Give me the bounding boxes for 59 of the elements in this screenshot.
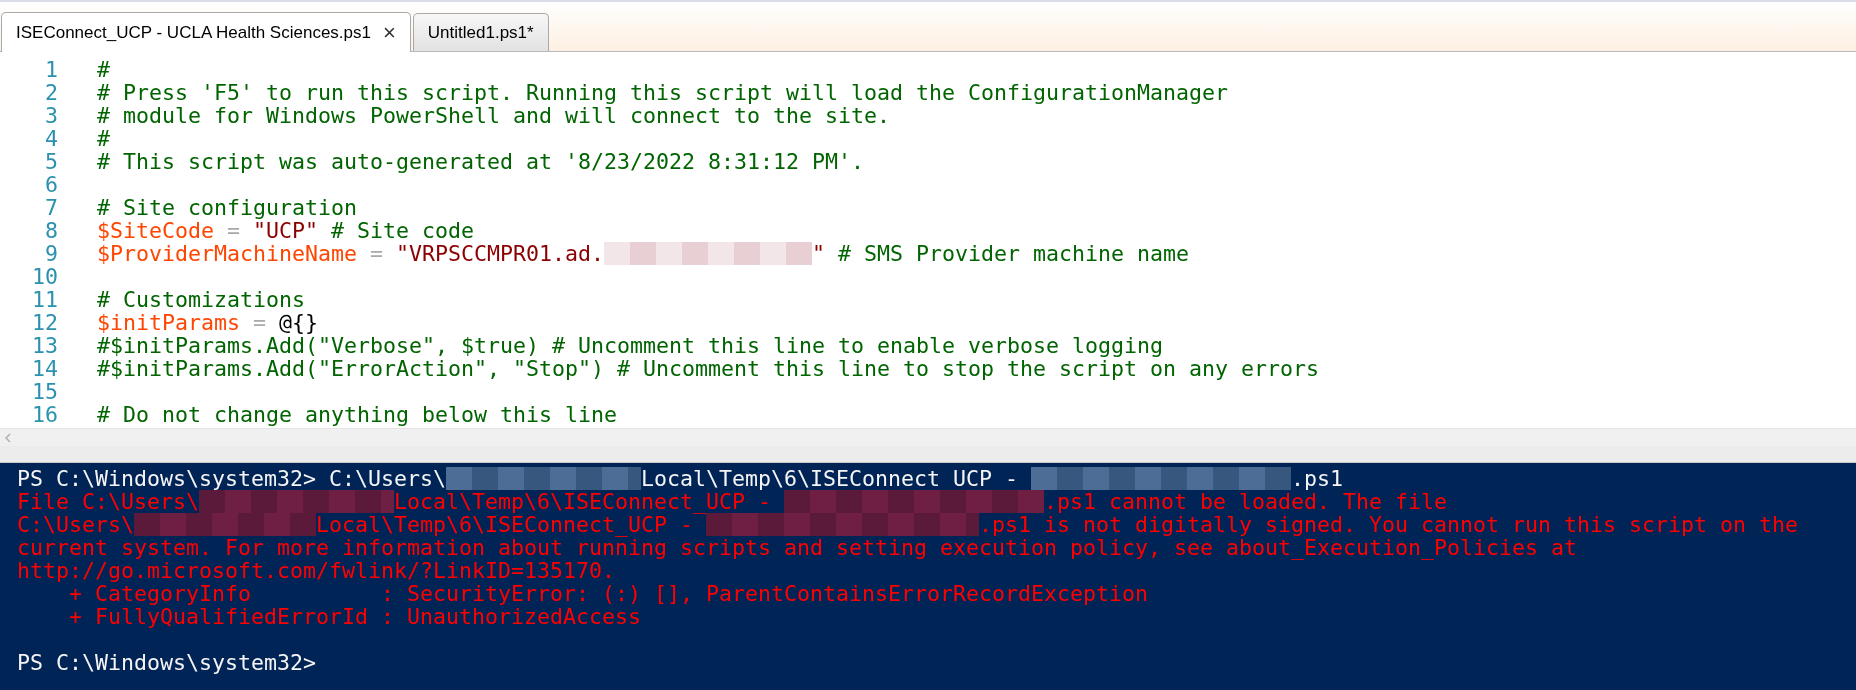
line-number: 15 — [31, 380, 58, 403]
error-text: http://go.microsoft.com/fwlink/?LinkID=135170. — [17, 559, 616, 582]
error-text: + FullyQualifiedErrorId : UnauthorizedAccess — [68, 605, 642, 628]
code-token: # Press 'F5' to run this script. Running this script will load the ConfigurationManager — [97, 81, 1229, 104]
code-token: #$initParams.Add("Verbose", $true) # Uncomment this line to enable verbose logging — [97, 334, 1164, 357]
line-number: 5 — [44, 150, 58, 173]
code-token: # SMS Provider machine name — [837, 242, 1190, 265]
code-token: " — [812, 242, 826, 265]
code-token: # Site configuration — [97, 196, 357, 219]
scroll-left-icon[interactable] — [4, 432, 12, 443]
code-token: = — [252, 311, 268, 334]
error-text: Local\Temp\6\ISEConnect_UCP - — [316, 513, 694, 536]
horizontal-scrollbar[interactable] — [0, 428, 1856, 446]
code-token: # Customizations — [97, 288, 305, 311]
code-token: = — [227, 219, 241, 242]
file-tab[interactable]: ISEConnect_UCP - UCLA Health Sciences.ps1 × — [1, 12, 411, 52]
console-text: .ps1 — [1291, 467, 1344, 490]
line-number: 2 — [44, 81, 58, 104]
error-text: File C:\Users\ — [17, 490, 199, 513]
line-number: 7 — [44, 196, 58, 219]
line-number: 1 — [44, 58, 58, 81]
error-text: .ps1 is not digitally signed. You cannot run this script on the — [979, 513, 1799, 536]
console-text: PS C:\Windows\system32> C:\Users\ — [17, 467, 447, 490]
code-token: = — [369, 242, 385, 265]
line-number: 4 — [44, 127, 58, 150]
code-token: "VRPSCCMPR01.ad. — [396, 242, 605, 265]
file-tab[interactable]: Untitled1.ps1* — [412, 13, 549, 51]
code-token: # — [97, 58, 110, 81]
line-number: 6 — [44, 173, 58, 196]
line-number: 10 — [31, 265, 58, 288]
code-token: # — [97, 127, 110, 150]
console-text: Local\Temp\6\ISEConnect_UCP - — [641, 467, 1020, 490]
error-text: current system. For more information about running scripts and setting execution policy, see about_Execution_Policies at — [17, 536, 1578, 559]
code-token: # This script was auto-generated at '8/23/2022 8:31:12 PM'. — [97, 150, 865, 173]
line-number: 13 — [31, 334, 58, 357]
error-text: .ps1 cannot be loaded. The file — [1044, 490, 1448, 513]
line-number: 11 — [31, 288, 58, 311]
line-number: 3 — [44, 104, 58, 127]
code-token: #$initParams.Add("ErrorAction", "Stop") # Uncomment this line to stop the script on any errors — [97, 357, 1320, 380]
code-token: $SiteCode — [97, 219, 214, 242]
code-token: $initParams — [97, 311, 240, 334]
line-number: 14 — [31, 357, 58, 380]
error-text: Local\Temp\6\ISEConnect_UCP - — [394, 490, 772, 513]
code-token: # Do not change anything below this line — [97, 403, 618, 426]
console-text: PS C:\Windows\system32> — [17, 651, 316, 674]
script-editor[interactable] — [0, 52, 1856, 428]
close-icon[interactable]: × — [383, 21, 396, 44]
line-number: 16 — [31, 403, 58, 426]
code-token: # Site code — [331, 219, 475, 242]
code-token: $ProviderMachineName — [97, 242, 357, 265]
code-token: @{} — [279, 311, 319, 334]
line-number: 9 — [44, 242, 58, 265]
error-text: C:\Users\ — [17, 513, 134, 536]
console-pane[interactable] — [0, 463, 1856, 690]
line-number: 8 — [44, 219, 58, 242]
code-token: # module for Windows PowerShell and will connect to the site. — [97, 104, 891, 127]
line-number: 12 — [31, 311, 58, 334]
code-token: "UCP" — [253, 219, 319, 242]
error-text: + CategoryInfo : SecurityError: (:) [], ParentContainsErrorRecordException — [69, 582, 1149, 605]
